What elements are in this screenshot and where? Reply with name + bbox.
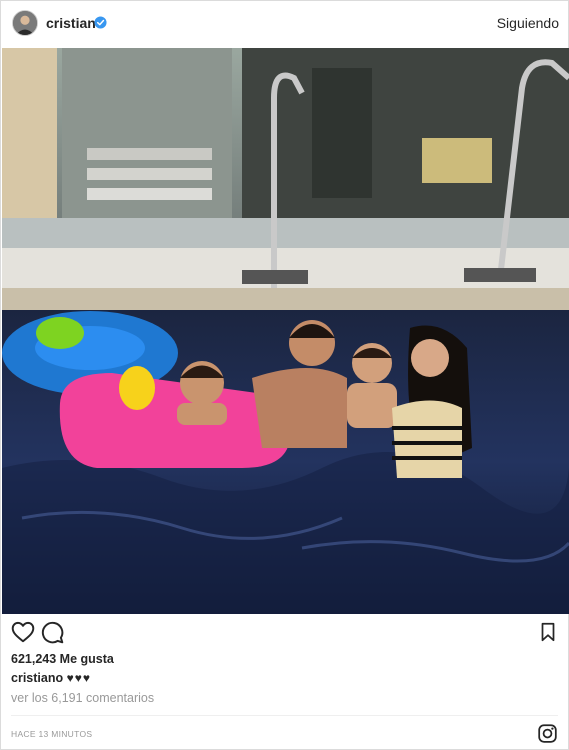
following-button[interactable]: Siguiendo (497, 15, 559, 31)
caption: cristiano ♥♥♥ (11, 671, 91, 685)
post-photo[interactable] (2, 48, 569, 614)
comment-icon[interactable] (39, 619, 65, 645)
instagram-post-card: cristiano Siguiendo 621,243 Me gusta cri… (0, 0, 569, 750)
caption-text: ♥♥♥ (66, 671, 91, 685)
post-timestamp: HACE 13 MINUTOS (11, 729, 93, 739)
instagram-icon[interactable] (537, 723, 558, 744)
action-bar (1, 619, 568, 647)
bookmark-icon[interactable] (537, 619, 559, 645)
caption-username[interactable]: cristiano (11, 671, 63, 685)
heart-icon[interactable] (10, 619, 36, 645)
view-comments-link[interactable]: ver los 6,191 comentarios (11, 691, 154, 705)
avatar[interactable] (12, 10, 38, 36)
like-count[interactable]: 621,243 Me gusta (11, 652, 114, 666)
verified-badge-icon (94, 16, 107, 29)
post-header: cristiano Siguiendo (1, 1, 568, 47)
divider (11, 715, 558, 716)
